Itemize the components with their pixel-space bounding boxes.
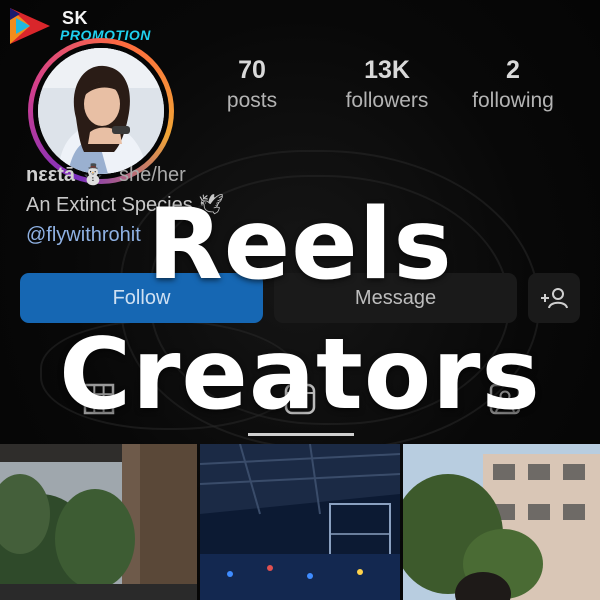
post-image bbox=[403, 444, 600, 600]
logo-text-sk: SK bbox=[62, 8, 89, 28]
stat-following[interactable]: 2 following bbox=[453, 54, 573, 116]
avatar[interactable] bbox=[38, 48, 164, 174]
overlay-title-line-2: Creators bbox=[59, 318, 541, 432]
profile-photo bbox=[38, 48, 164, 174]
stat-value: 2 bbox=[506, 56, 520, 84]
stat-label: posts bbox=[226, 89, 278, 112]
stat-posts[interactable]: 70 posts bbox=[192, 54, 312, 116]
post-image bbox=[200, 444, 400, 600]
post-thumbnail[interactable] bbox=[0, 444, 197, 600]
overlay-title-line-1: Reels bbox=[147, 188, 453, 302]
overlay-title: Reels Creators bbox=[0, 180, 600, 440]
posts-grid bbox=[0, 444, 600, 600]
play-logo-icon bbox=[10, 8, 50, 44]
stat-followers[interactable]: 13K followers bbox=[327, 54, 447, 116]
stat-value: 13K bbox=[364, 56, 410, 84]
stat-value: 70 bbox=[238, 56, 266, 84]
post-thumbnail[interactable] bbox=[403, 444, 600, 600]
profile-stats: 70 posts 13K followers 2 following bbox=[205, 54, 575, 124]
stat-label: followers bbox=[345, 89, 429, 112]
post-thumbnail[interactable] bbox=[200, 444, 400, 600]
post-image bbox=[0, 444, 197, 600]
stat-label: following bbox=[472, 89, 554, 112]
